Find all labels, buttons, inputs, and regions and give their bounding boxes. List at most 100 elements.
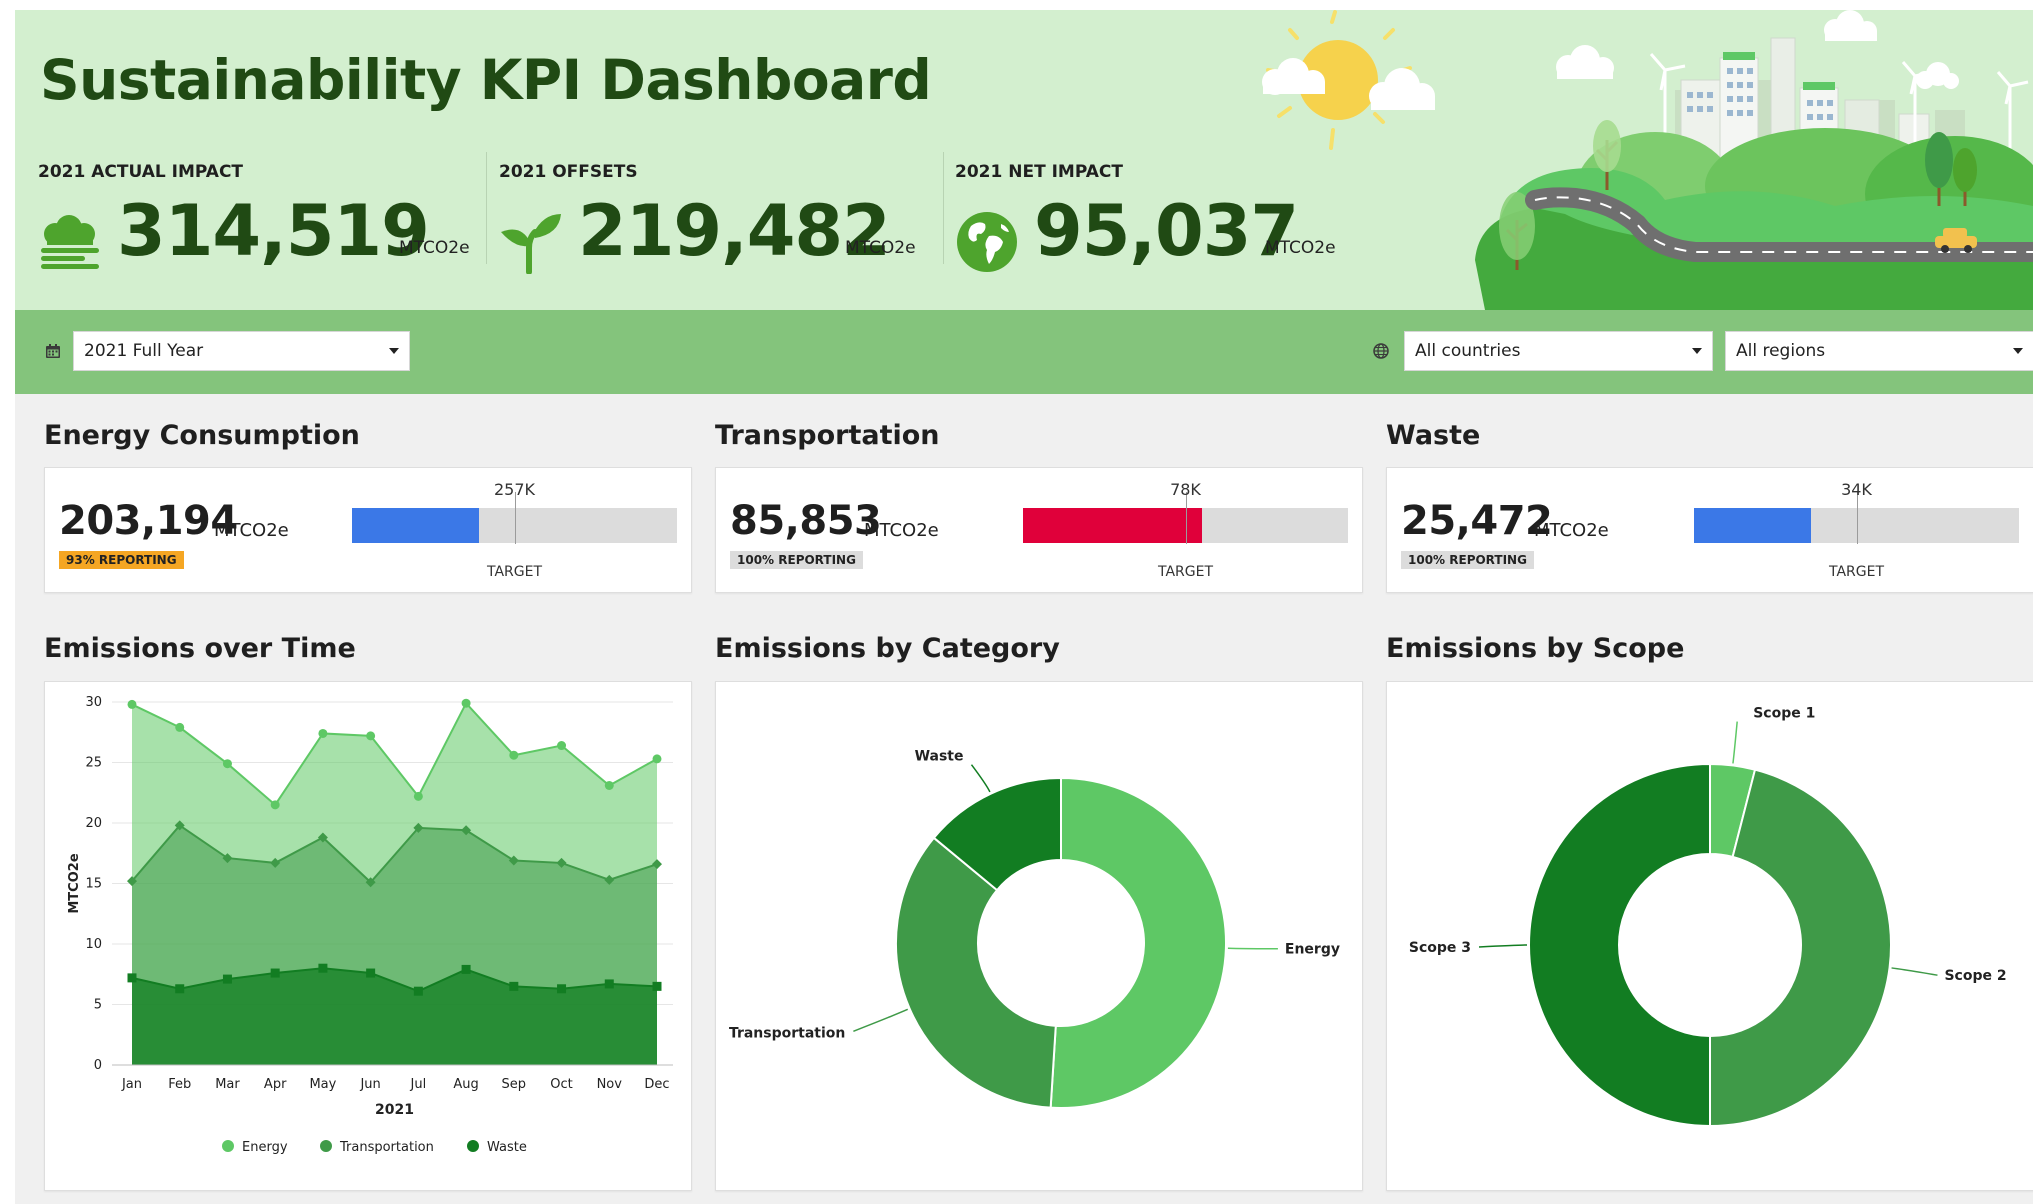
slice-label: Waste [915, 749, 964, 765]
target-value: 34K [1841, 480, 1872, 499]
country-select-value: All countries [1415, 341, 1521, 361]
sprout-icon [501, 214, 561, 274]
progress-bar [1023, 492, 1348, 544]
kpi-unit: MTCO2e [399, 238, 470, 258]
data-point [461, 698, 471, 708]
divider [486, 152, 487, 264]
target-marker [1185, 492, 1187, 544]
data-point [604, 780, 614, 790]
kpi-value: 219,482 [578, 190, 891, 272]
data-point [509, 750, 519, 760]
kpi-label: 2021 ACTUAL IMPACT [38, 162, 244, 182]
kpi-actual-impact: 2021 ACTUAL IMPACT 314,519 MTCO2e [38, 150, 478, 272]
x-axis-title: 2021 [375, 1102, 414, 1118]
slice-label: Transportation [729, 1025, 845, 1041]
leader-line [1478, 944, 1528, 948]
x-tick-label: Jun [359, 1077, 380, 1092]
chevron-down-icon [389, 348, 399, 354]
data-point [509, 981, 519, 991]
data-point [127, 699, 137, 709]
kpi-label: 2021 OFFSETS [499, 162, 638, 182]
y-tick-label: 0 [94, 1058, 102, 1073]
x-tick-label: Aug [453, 1077, 478, 1092]
data-point [175, 984, 185, 994]
y-axis-title: MTCO2e [67, 853, 82, 913]
emissions-over-time-card: 0 5 10 15 20 25 30 Jan Feb Mar Apr May Jun Jul Aug Sep O… [44, 681, 692, 1191]
section-title-emissions-by-scope: Emissions by Scope [1386, 633, 1685, 664]
slice-scope-3 [1528, 762, 1711, 1128]
divider [943, 152, 944, 264]
target-label: TARGET [1828, 564, 1885, 580]
x-tick-label: Oct [550, 1077, 572, 1092]
progress-bar-fill [352, 508, 479, 543]
section-title-transportation: Transportation [715, 420, 940, 451]
leader-line [1891, 967, 1938, 976]
card-unit: MTCO2e [864, 520, 939, 541]
legend-swatch [467, 1140, 479, 1152]
leader-line [853, 1008, 909, 1032]
waste-kpi-card: 25,472 MTCO2e 100% REPORTING 34K TARGET [1386, 467, 2033, 593]
x-tick-label: Sep [502, 1077, 527, 1092]
slice-transportation [895, 836, 1057, 1109]
page-title: Sustainability KPI Dashboard [40, 48, 932, 112]
region-select[interactable]: All regions [1725, 331, 2033, 371]
target-value: 78K [1170, 480, 1201, 499]
target-marker [1856, 492, 1858, 544]
x-tick-label: Apr [264, 1077, 287, 1092]
emissions-area-chart: 0 5 10 15 20 25 30 Jan Feb Mar Apr May Jun Jul Aug Sep O… [67, 695, 673, 1155]
legend-swatch [222, 1140, 234, 1152]
country-select[interactable]: All countries [1404, 331, 1713, 371]
data-point [175, 722, 185, 732]
kpi-unit: MTCO2e [845, 238, 916, 258]
card-value: 85,853 [730, 498, 882, 544]
energy-kpi-card: 203,194 MTCO2e 93% REPORTING 257K TARGET [44, 467, 692, 593]
slice-label: Energy [1285, 942, 1340, 958]
x-tick-label: Feb [168, 1077, 191, 1092]
leader-line [1732, 721, 1738, 764]
emissions-by-scope-card: Scope 1 Scope 2 Scope 3 [1386, 681, 2033, 1191]
region-select-value: All regions [1736, 341, 1826, 361]
data-point [270, 800, 280, 810]
dashboard-app: Sustainability KPI Dashboard 2021 ACTUAL… [15, 10, 2033, 1204]
data-point [461, 964, 471, 974]
transportation-kpi-card: 85,853 MTCO2e 100% REPORTING 78K TARGET [715, 467, 1363, 593]
x-tick-label: May [309, 1077, 336, 1092]
period-select[interactable]: 2021 Full Year [73, 331, 410, 371]
chevron-down-icon [1692, 348, 1702, 354]
card-value: 25,472 [1401, 498, 1553, 544]
status-badge: 93% REPORTING [59, 551, 184, 569]
target-label: TARGET [486, 564, 543, 580]
emissions-by-scope-donut: Scope 1 Scope 2 Scope 3 [1409, 706, 2007, 1128]
data-point [557, 741, 567, 751]
section-title-emissions-by-category: Emissions by Category [715, 633, 1060, 664]
x-tick-label: Nov [597, 1077, 623, 1092]
section-title-emissions-over-time: Emissions over Time [44, 633, 356, 664]
progress-bar [1694, 492, 2019, 544]
legend-label: Waste [487, 1140, 527, 1155]
target-value: 257K [493, 480, 536, 499]
calendar-icon [46, 344, 60, 358]
x-tick-label: Mar [215, 1077, 240, 1092]
legend-swatch [320, 1140, 332, 1152]
data-point [604, 979, 614, 989]
progress-bar-fill [1023, 508, 1202, 543]
x-tick-label: Dec [644, 1077, 669, 1092]
section-title-energy: Energy Consumption [44, 420, 360, 451]
data-point [127, 973, 137, 983]
data-point [652, 981, 662, 991]
filter-bar: 2021 Full Year All countries All regions [15, 310, 2033, 394]
data-point [652, 754, 662, 764]
y-tick-label: 5 [94, 998, 102, 1013]
legend-label: Energy [242, 1140, 288, 1155]
kpi-offsets: 2021 OFFSETS 219,482 MTCO2e [499, 150, 939, 274]
data-point [557, 984, 567, 994]
chevron-down-icon [2013, 348, 2023, 354]
status-badge: 100% REPORTING [1401, 551, 1534, 569]
card-value: 203,194 [59, 498, 238, 544]
status-badge: 100% REPORTING [730, 551, 863, 569]
x-tick-label: Jan [121, 1077, 142, 1092]
globe-icon [1373, 343, 1389, 359]
emissions-by-category-card: Energy Transportation Waste [715, 681, 1363, 1191]
progress-bar [352, 492, 677, 544]
slice-label: Scope 1 [1753, 706, 1815, 722]
